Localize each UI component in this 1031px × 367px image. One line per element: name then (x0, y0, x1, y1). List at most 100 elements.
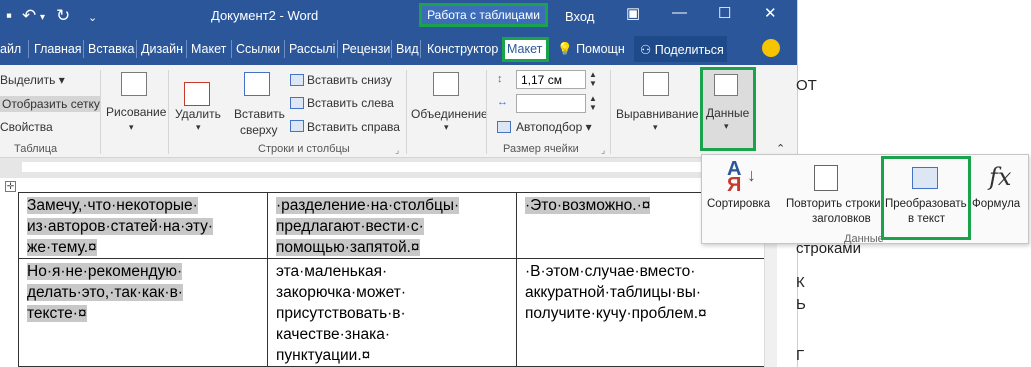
person-icon: ⚇ (640, 43, 652, 57)
share-label: Поделиться (654, 43, 724, 57)
row-height-field[interactable]: 1,17 см (516, 70, 586, 89)
cell-text-line: закорючка·может· (276, 284, 407, 301)
sort-button[interactable]: Сортировка (707, 197, 770, 211)
table-cell[interactable]: ·разделение·на·столбцы· предлагают·вести… (267, 192, 517, 259)
table-cell[interactable]: Но·я·не·рекомендую· делать·это,·так·как·… (18, 258, 268, 367)
cell-text-line: Но·я·не·рекомендую· (27, 263, 183, 280)
cell-text-line: присутствовать·в· (276, 305, 406, 322)
maximize-icon[interactable]: ☐ (718, 4, 731, 22)
repeat-header-icon (814, 165, 838, 191)
alignment-button[interactable]: Выравнивание (616, 107, 699, 121)
insert-above-line1[interactable]: Вставить (234, 107, 285, 121)
select-button[interactable]: Выделить ▾ (0, 73, 65, 87)
tab-home[interactable]: Главная (34, 42, 82, 56)
height-spinner-down[interactable]: ▼ (589, 79, 597, 88)
tab-table-layout-label: Макет (507, 42, 543, 56)
title-bar: ▪ ↶ ▾ ↻ ⌄ Документ2 - Word Работа с табл… (0, 0, 797, 33)
col-width-icon: ↔ (497, 96, 508, 108)
cell-text-line: помощью·запятой.¤ (276, 239, 420, 256)
save-icon[interactable]: ▪ (6, 6, 12, 26)
tab-file[interactable]: айл (0, 42, 21, 56)
cell-text-line: из·авторов·статей·на·эту· (27, 218, 214, 235)
customize-qat-icon[interactable]: ⌄ (88, 11, 97, 24)
alignment-dropdown-icon: ▾ (653, 122, 658, 132)
table-cell[interactable]: эта·маленькая· закорючка·может· присутст… (267, 258, 517, 367)
tab-layout-page[interactable]: Макет (191, 42, 226, 56)
cell-size-launcher-icon[interactable]: ⌟ (601, 145, 605, 156)
tab-table-design[interactable]: Конструктор (427, 42, 498, 56)
lightbulb-icon: 💡 (557, 42, 573, 56)
rows-cols-launcher-icon[interactable]: ⌟ (395, 145, 399, 156)
tab-view[interactable]: Вид (396, 42, 419, 56)
table-cell[interactable]: ·В·этом·случае·вместо· аккуратной·таблиц… (516, 258, 765, 367)
draw-dropdown-icon: ▾ (129, 122, 134, 132)
formula-button[interactable]: Формула (972, 197, 1020, 211)
bg-text-fragment: Г (796, 347, 805, 364)
table-move-handle-icon[interactable]: ✛ (5, 181, 16, 192)
insert-below-button[interactable]: Вставить снизу (307, 73, 392, 87)
cell-text-line: ·разделение·на·столбцы· (276, 197, 460, 214)
tell-me-input[interactable]: 💡 Помощн (557, 42, 625, 57)
cell-text-line: ·Это·возможно.·¤ (525, 197, 651, 214)
cell-text-line: получите·кучу·проблем.¤ (525, 305, 707, 322)
merge-button[interactable]: Объединение (411, 107, 488, 121)
group-label-table: Таблица (14, 143, 58, 155)
alignment-icon[interactable] (643, 72, 669, 96)
width-spinner-down[interactable]: ▼ (589, 103, 597, 112)
cell-text-line: Замечу,·что·некоторые· (27, 197, 198, 214)
autofit-button[interactable]: Автоподбор ▾ (516, 120, 592, 134)
repeat-header-button-line2[interactable]: заголовков (812, 212, 871, 226)
insert-left-button[interactable]: Вставить слева (307, 96, 394, 110)
data-icon (714, 74, 738, 96)
share-button[interactable]: ⚇ Поделиться (634, 36, 727, 62)
merge-icon[interactable] (433, 72, 459, 96)
convert-to-text-highlight (881, 156, 971, 240)
repeat-header-button-line1[interactable]: Повторить строки (786, 197, 881, 211)
view-gridlines-button[interactable]: Отобразить сетку (0, 96, 100, 112)
cell-text-line: эта·маленькая· (276, 263, 388, 280)
close-icon[interactable]: ✕ (764, 4, 777, 22)
cell-text-line: аккуратной·таблицы·вы· (525, 284, 702, 301)
cell-text-line: предлагают·вести·с· (276, 218, 424, 235)
ribbon-display-icon[interactable]: ▣ (626, 4, 640, 22)
width-spinner-up[interactable]: ▲ (589, 94, 597, 103)
insert-above-icon[interactable] (244, 72, 270, 96)
tab-design[interactable]: Дизайн (141, 42, 183, 56)
table-row: Замечу,·что·некоторые· из·авторов·статей… (18, 192, 765, 259)
group-label-rows-cols: Строки и столбцы (258, 143, 350, 155)
tab-review[interactable]: Рецензи (342, 42, 390, 56)
properties-button[interactable]: Свойства (0, 120, 53, 134)
redo-icon[interactable]: ↻ (56, 6, 70, 26)
insert-right-button[interactable]: Вставить справа (307, 120, 400, 134)
formula-icon: fx (989, 163, 1012, 191)
tab-insert[interactable]: Вставка (88, 42, 134, 56)
undo-icon[interactable]: ↶ (22, 6, 36, 26)
merge-dropdown-icon: ▾ (444, 122, 449, 132)
sort-arrow-icon: ↓ (747, 165, 756, 185)
delete-table-icon[interactable] (184, 82, 210, 106)
cell-text-line: ·В·этом·случае·вместо· (525, 263, 696, 280)
bg-text-fragment: ОТ (796, 77, 817, 94)
insert-above-line2[interactable]: сверху (240, 123, 277, 137)
feedback-smiley-icon[interactable] (762, 39, 780, 57)
row-height-icon: ↕ (497, 73, 503, 85)
data-dropdown-icon: ▾ (724, 121, 729, 131)
minimize-icon[interactable]: — (672, 4, 687, 21)
tab-mailings[interactable]: Рассылі (289, 42, 335, 56)
delete-button[interactable]: Удалить (175, 107, 221, 121)
draw-table-icon[interactable] (121, 72, 147, 96)
group-label-cell-size: Размер ячейки (503, 143, 579, 155)
cell-text-line: же·тему.¤ (27, 239, 97, 256)
insert-below-icon (290, 74, 304, 86)
height-spinner-up[interactable]: ▲ (589, 70, 597, 79)
delete-dropdown-icon: ▾ (196, 122, 201, 132)
data-button-label: Данные (706, 106, 750, 120)
col-width-field[interactable] (516, 94, 586, 113)
undo-dropdown-icon[interactable]: ▾ (40, 12, 45, 23)
table-cell[interactable]: Замечу,·что·некоторые· из·авторов·статей… (18, 192, 268, 259)
cell-text-line: пунктуации.¤ (276, 347, 371, 364)
tab-references[interactable]: Ссылки (236, 42, 280, 56)
signin-link[interactable]: Вход (565, 9, 594, 24)
ruler-scale (22, 162, 772, 172)
draw-button[interactable]: Рисование (106, 105, 166, 119)
